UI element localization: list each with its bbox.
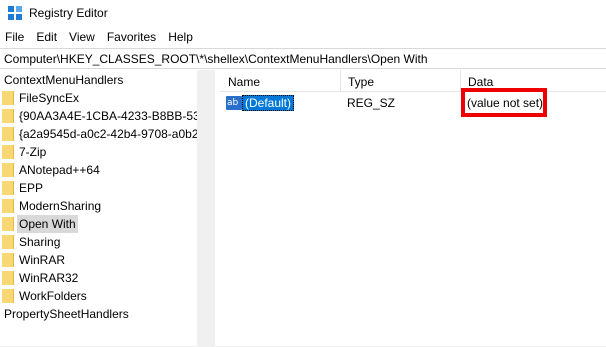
menu-edit[interactable]: Edit — [30, 27, 63, 47]
string-value-icon: ab — [226, 96, 242, 110]
folder-icon — [2, 217, 14, 231]
tree-item[interactable]: Sharing — [0, 233, 197, 251]
folder-icon — [2, 109, 14, 123]
tree-item[interactable]: ModernSharing — [0, 197, 197, 215]
tree-item-sibling[interactable]: PropertySheetHandlers — [0, 305, 197, 323]
tree-item[interactable]: 7-Zip — [0, 143, 197, 161]
address-path[interactable]: Computer\HKEY_CLASSES_ROOT\*\shellex\Con… — [4, 52, 428, 66]
menu-favorites[interactable]: Favorites — [101, 27, 162, 47]
tree-item[interactable]: ANotepad++64 — [0, 161, 197, 179]
tree-item-label: ModernSharing — [19, 199, 102, 213]
tree-item[interactable]: {a2a9545d-a0c2-42b4-9708-a0b2b — [0, 125, 197, 143]
folder-icon — [2, 181, 14, 195]
tree-item[interactable]: WorkFolders — [0, 287, 197, 305]
registry-tree: ContextMenuHandlers FileSyncEx {90AA3A4E… — [0, 70, 197, 347]
tree-item-label: PropertySheetHandlers — [4, 307, 129, 321]
address-bar[interactable]: Computer\HKEY_CLASSES_ROOT\*\shellex\Con… — [0, 48, 606, 69]
scrollbar-thumb[interactable] — [199, 70, 212, 347]
title-bar: Registry Editor — [0, 0, 606, 26]
value-type: REG_SZ — [347, 96, 396, 110]
folder-icon — [2, 271, 14, 285]
folder-icon — [2, 163, 14, 177]
tree-item-label: 7-Zip — [19, 145, 47, 159]
tree-item[interactable]: EPP — [0, 179, 197, 197]
tree-item-label: EPP — [19, 181, 44, 195]
tree-item-label: ANotepad++64 — [19, 163, 100, 177]
value-name[interactable]: (Default) — [242, 95, 295, 111]
tree-item-parent[interactable]: ContextMenuHandlers — [0, 71, 197, 89]
tree-item-label: WinRAR — [19, 253, 66, 267]
tree-item-selected[interactable]: Open With — [0, 215, 197, 233]
folder-icon — [2, 91, 14, 105]
registry-editor-icon — [8, 6, 22, 20]
column-header-name[interactable]: Name — [220, 70, 260, 92]
menu-file[interactable]: File — [0, 27, 30, 47]
folder-icon — [2, 199, 14, 213]
tree-item-label: WorkFolders — [19, 289, 87, 303]
tree-item[interactable]: {90AA3A4E-1CBA-4233-B8BB-535 — [0, 107, 197, 125]
values-list: Name Type Data ab (Default) REG_SZ (valu… — [220, 70, 606, 347]
folder-icon — [2, 127, 14, 141]
tree-item-label: {90AA3A4E-1CBA-4233-B8BB-535 — [19, 109, 197, 123]
folder-icon — [2, 235, 14, 249]
folder-icon — [2, 253, 14, 267]
tree-item-label: Sharing — [19, 235, 61, 249]
tree-item[interactable]: FileSyncEx — [0, 89, 197, 107]
menu-view[interactable]: View — [63, 27, 101, 47]
folder-icon — [2, 289, 14, 303]
tree-item-label: FileSyncEx — [19, 91, 80, 105]
tree-scrollbar[interactable] — [197, 70, 214, 347]
window-title: Registry Editor — [29, 6, 108, 20]
menu-help[interactable]: Help — [162, 27, 199, 47]
tree-item-label: {a2a9545d-a0c2-42b4-9708-a0b2b — [19, 127, 197, 141]
annotation-highlight-box — [461, 88, 547, 117]
tree-item[interactable]: WinRAR32 — [0, 269, 197, 287]
column-header-type[interactable]: Type — [340, 70, 374, 92]
value-row[interactable]: ab (Default) REG_SZ (value not set) — [220, 88, 606, 117]
list-header: Name Type Data — [220, 70, 606, 92]
menu-bar: File Edit View Favorites Help — [0, 27, 606, 47]
tree-item-label: ContextMenuHandlers — [4, 73, 124, 87]
tree-item-label: Open With — [17, 215, 78, 233]
folder-icon — [2, 145, 14, 159]
tree-item-label: WinRAR32 — [19, 271, 79, 285]
tree-item[interactable]: WinRAR — [0, 251, 197, 269]
